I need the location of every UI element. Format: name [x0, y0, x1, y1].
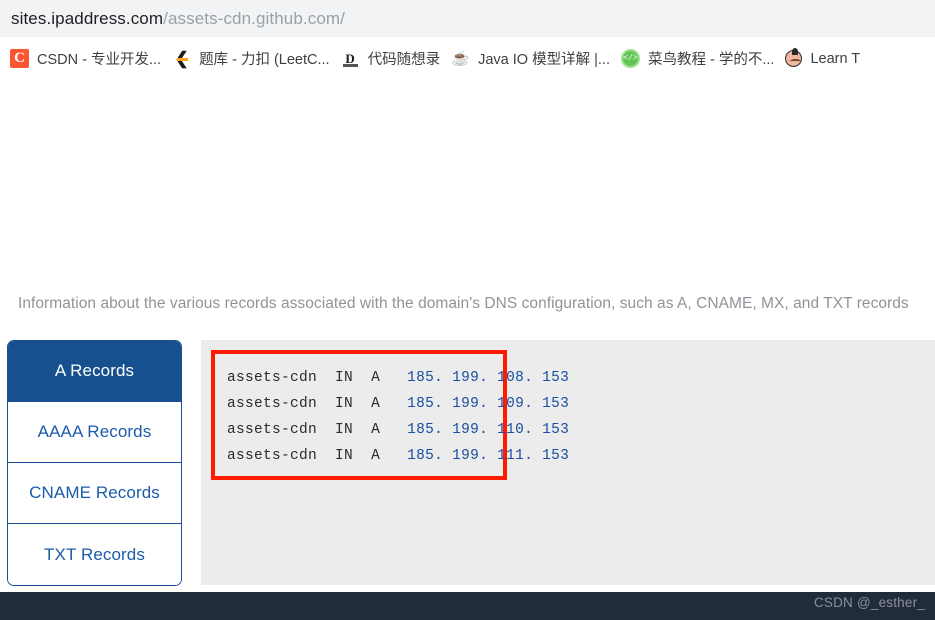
bookmark-label: 菜鸟教程 - 学的不...: [647, 52, 775, 68]
record-class: IN: [335, 448, 354, 464]
tab-a-records[interactable]: A Records: [8, 341, 181, 402]
tab-cname-records[interactable]: CNAME Records: [8, 463, 181, 524]
bookmark-label: 题库 - 力扣 (LeetC...: [199, 52, 330, 68]
dns-records-widget: A Records AAAA Records CNAME Records TXT…: [7, 340, 935, 586]
bookmark-item-learn[interactable]: Learn T: [781, 44, 867, 74]
bookmarks-bar: C CSDN - 专业开发... ❮ 题库 - 力扣 (LeetC... D 代…: [0, 37, 935, 80]
record-ip: 185. 199. 109. 153: [407, 396, 570, 412]
record-ip: 185. 199. 108. 153: [407, 370, 570, 386]
record-name: assets-cdn: [227, 370, 318, 386]
record-type: A: [371, 396, 381, 412]
record-name: assets-cdn: [227, 422, 318, 438]
a-record-row: assets-cdn IN A 185. 199. 110. 153: [227, 417, 569, 443]
dns-records-description: Information about the various records as…: [18, 295, 909, 312]
record-ip: 185. 199. 110. 153: [407, 422, 570, 438]
url-path: /assets-cdn.github.com/: [163, 8, 345, 28]
bookmark-item-leetcode[interactable]: ❮ 题库 - 力扣 (LeetC...: [168, 44, 337, 74]
record-class: IN: [335, 370, 354, 386]
page-footer: [0, 592, 935, 620]
runoob-icon: [620, 49, 640, 68]
faint-background-heading: [350, 140, 710, 260]
learn-face-icon: [785, 48, 803, 67]
record-type: A: [371, 370, 381, 386]
tab-txt-records[interactable]: TXT Records: [8, 524, 181, 585]
record-type-tablist: A Records AAAA Records CNAME Records TXT…: [7, 340, 182, 586]
bookmark-label: CSDN - 专业开发...: [37, 52, 162, 68]
url-host: sites.ipaddress.com: [11, 8, 164, 28]
record-type: A: [371, 422, 381, 438]
bookmark-item-runoob[interactable]: 菜鸟教程 - 学的不...: [617, 44, 781, 74]
screenshot-root: sites.ipaddress.com/assets-cdn.github.co…: [0, 0, 935, 620]
record-type: A: [371, 448, 381, 464]
record-name: assets-cdn: [227, 396, 318, 412]
records-panel: assets-cdn IN A 185. 199. 108. 153 asset…: [201, 340, 935, 585]
leetcode-icon: ❮: [172, 49, 191, 68]
record-name: assets-cdn: [227, 448, 318, 464]
bookmark-item-java-io[interactable]: ☕ Java IO 模型详解 |...: [447, 44, 617, 74]
record-ip: 185. 199. 111. 153: [407, 448, 570, 464]
a-record-row: assets-cdn IN A 185. 199. 111. 153: [227, 443, 569, 469]
daima-suixianglu-icon: D: [341, 49, 360, 68]
browser-url-bar[interactable]: sites.ipaddress.com/assets-cdn.github.co…: [0, 0, 935, 37]
bookmark-item-daima-suixianglu[interactable]: D 代码随想录: [337, 44, 448, 74]
page-content: Information about the various records as…: [0, 80, 935, 620]
java-icon: ☕: [451, 50, 470, 67]
url-text: sites.ipaddress.com/assets-cdn.github.co…: [11, 9, 345, 29]
a-record-row: assets-cdn IN A 185. 199. 108. 153: [227, 365, 569, 391]
a-record-row: assets-cdn IN A 185. 199. 109. 153: [227, 391, 569, 417]
bookmark-label: Java IO 模型详解 |...: [478, 52, 610, 68]
a-records-highlight-box: assets-cdn IN A 185. 199. 108. 153 asset…: [211, 350, 569, 480]
tab-aaaa-records[interactable]: AAAA Records: [8, 402, 181, 463]
record-class: IN: [335, 422, 354, 438]
bookmark-label: 代码随想录: [367, 52, 441, 68]
record-class: IN: [335, 396, 354, 412]
bookmark-item-csdn[interactable]: C CSDN - 专业开发...: [6, 44, 168, 74]
csdn-icon: C: [10, 49, 29, 68]
csdn-watermark: CSDN @_esther_: [813, 595, 925, 610]
bookmark-label: Learn T: [810, 50, 861, 67]
